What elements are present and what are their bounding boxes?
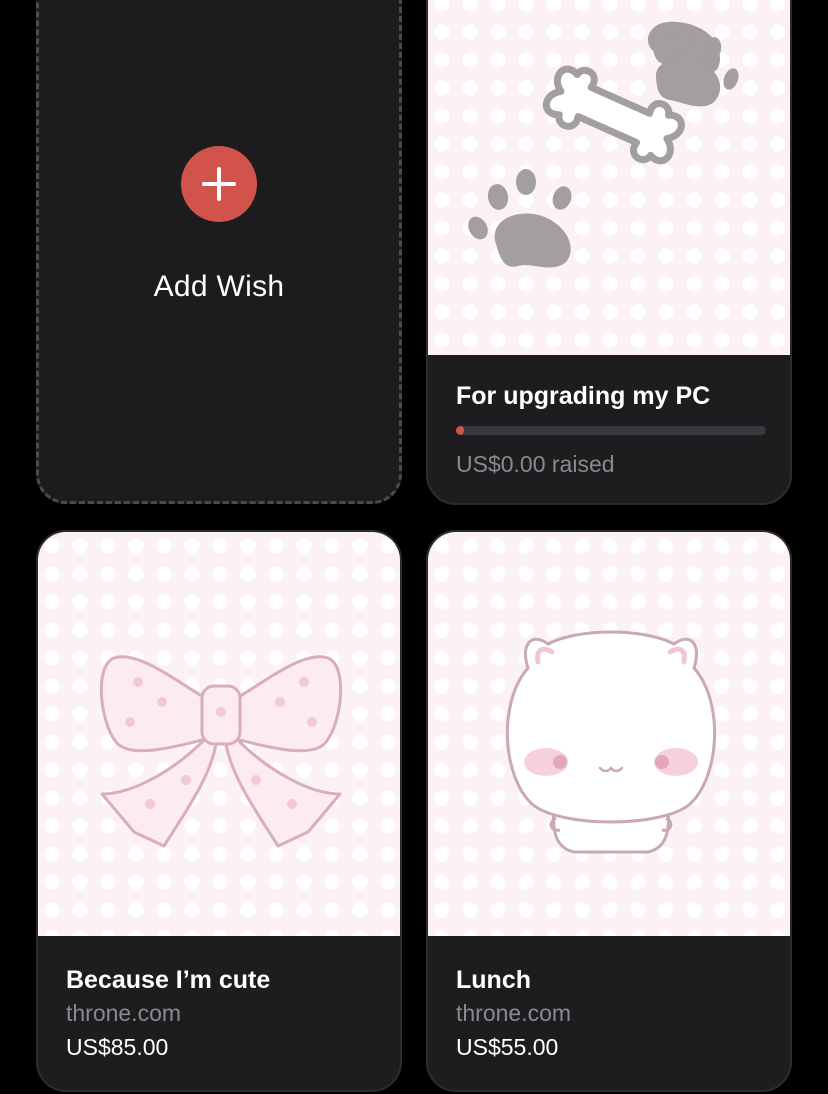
wish-price: US$85.00: [66, 1034, 169, 1060]
wish-title: Lunch: [456, 966, 531, 994]
wish-source: throne.com: [456, 1000, 572, 1026]
amount-raised: US$0.00 raised: [456, 451, 615, 477]
wish-image: [428, 0, 790, 355]
add-wish-label: Add Wish: [153, 270, 285, 303]
wishlist-grid: Add Wish For upgrading my PC US$0.00 rai…: [0, 0, 828, 1094]
wish-info: Because I’m cute throne.com US$85.00: [66, 964, 372, 1062]
funding-progress-fill: [456, 426, 464, 435]
wish-source: throne.com: [66, 1000, 182, 1026]
white-cat-image: [505, 630, 717, 854]
pink-bow-image: [99, 655, 343, 848]
paws-and-bone-image: [468, 21, 739, 268]
wish-price: US$55.00: [456, 1034, 559, 1060]
wish-title: For upgrading my PC: [456, 382, 711, 410]
wish-info: For upgrading my PC US$0.00 raised: [456, 380, 766, 479]
wish-card-lunch[interactable]: Lunch throne.com US$55.00: [426, 530, 792, 1092]
wish-image: [428, 532, 790, 936]
plus-icon: [202, 167, 236, 201]
wish-title: Because I’m cute: [66, 966, 271, 994]
wish-info: Lunch throne.com US$55.00: [456, 964, 762, 1062]
wish-card-because-im-cute[interactable]: Because I’m cute throne.com US$85.00: [36, 530, 402, 1092]
wish-image: [38, 532, 400, 936]
add-wish-card[interactable]: Add Wish: [36, 0, 402, 504]
add-wish-button[interactable]: [181, 146, 257, 222]
add-wish-content: Add Wish: [39, 146, 399, 304]
funding-progress-bar: [456, 426, 766, 435]
wish-card-pc-upgrade[interactable]: For upgrading my PC US$0.00 raised: [426, 0, 792, 505]
